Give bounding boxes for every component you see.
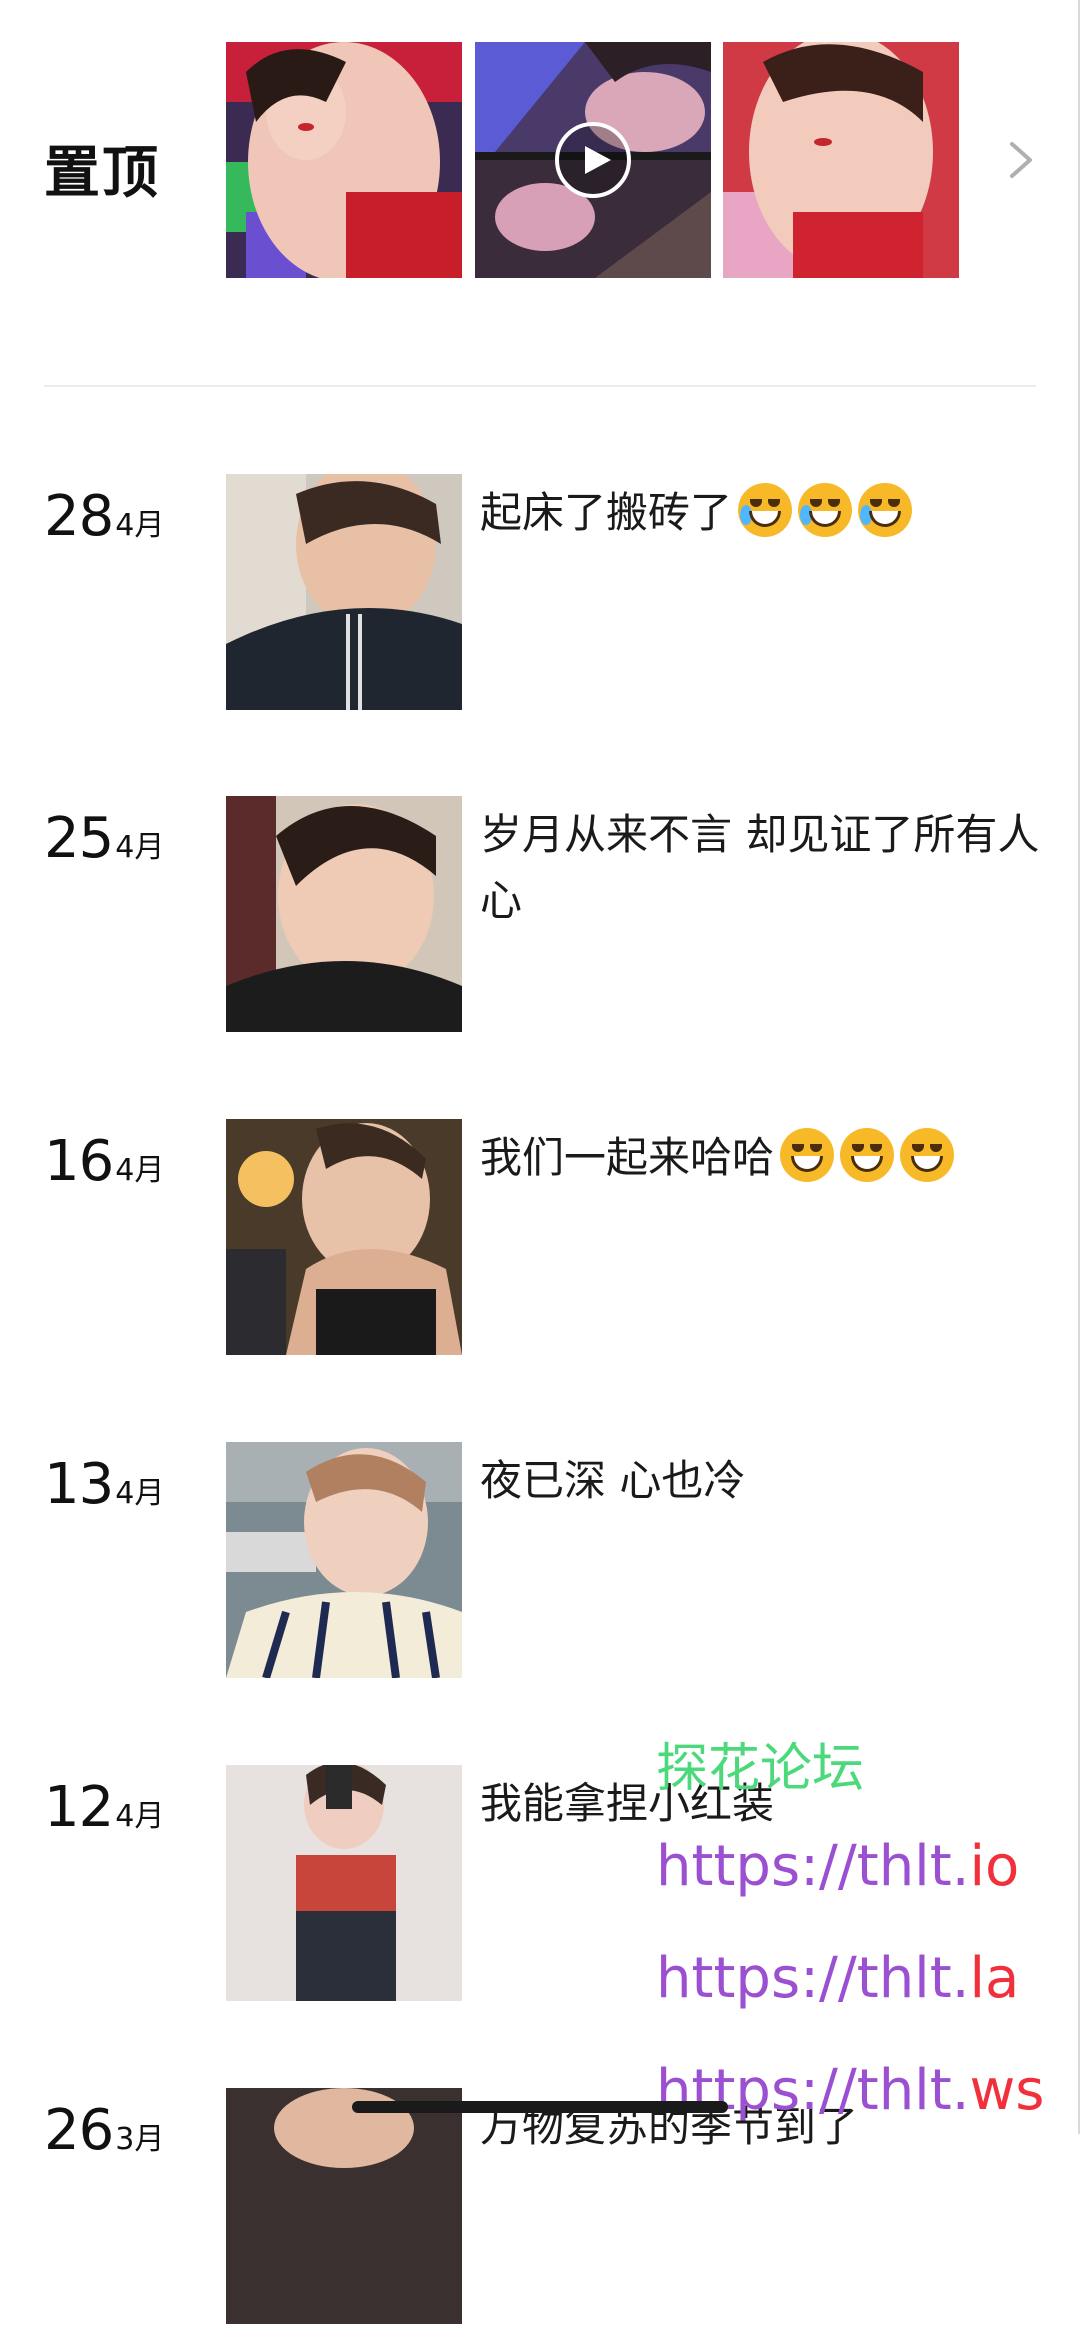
post-day: 16 — [44, 1129, 114, 1194]
post-item[interactable]: 284月 起床了搬砖了 — [0, 474, 1080, 714]
post-caption: 岁月从来不言 却见证了所有人心 — [480, 810, 1040, 925]
pinned-section[interactable]: 置顶 — [0, 0, 1080, 300]
post-month: 4月 — [115, 508, 165, 543]
post-month: 4月 — [115, 1476, 165, 1511]
pinned-photo-3[interactable] — [723, 42, 959, 278]
post-date: 164月 — [44, 1129, 164, 1194]
post-date: 134月 — [44, 1452, 164, 1517]
post-day: 25 — [44, 806, 114, 871]
post-date: 124月 — [44, 1775, 164, 1840]
post-thumbnail[interactable] — [226, 2088, 462, 2324]
pinned-photo-1[interactable] — [226, 42, 462, 278]
laughing-crying-emoji-icon — [798, 483, 853, 537]
post-date: 284月 — [44, 484, 164, 549]
post-day: 26 — [44, 2098, 114, 2163]
grinning-emoji-icon — [900, 1128, 955, 1182]
post-item[interactable]: 164月 我们一起来哈哈 — [0, 1119, 1080, 1359]
post-month: 4月 — [115, 830, 165, 865]
post-caption-text: 起床了搬砖了 — [480, 488, 733, 537]
pinned-label: 置顶 — [44, 141, 160, 206]
post-day: 13 — [44, 1452, 114, 1517]
post-caption-text: 我们一起来哈哈 — [480, 1133, 775, 1182]
play-icon[interactable] — [553, 120, 633, 200]
watermark-link-3: https://thlt.ws — [656, 2058, 1045, 2123]
post-thumbnail[interactable] — [226, 796, 462, 1032]
post-day: 28 — [44, 484, 114, 549]
post-month: 4月 — [115, 1153, 165, 1188]
post-month: 3月 — [115, 2122, 165, 2157]
post-thumbnail[interactable] — [226, 1765, 462, 2001]
watermark-link-1: https://thlt.io — [656, 1834, 1020, 1899]
post-caption: 起床了搬砖了 — [480, 480, 1040, 546]
post-month: 4月 — [115, 1799, 165, 1834]
chevron-right-icon[interactable] — [1004, 140, 1038, 180]
post-caption: 夜已深 心也冷 — [480, 1456, 746, 1505]
grinning-emoji-icon — [840, 1128, 895, 1182]
post-thumbnail[interactable] — [226, 1119, 462, 1355]
laughing-crying-emoji-icon — [738, 483, 793, 537]
post-item[interactable]: 134月 夜已深 心也冷 — [0, 1442, 1080, 1682]
watermark-link-2: https://thlt.la — [656, 1946, 1020, 2011]
post-day: 12 — [44, 1775, 114, 1840]
post-caption: 我们一起来哈哈 — [480, 1125, 1040, 1191]
post-item[interactable]: 254月 岁月从来不言 却见证了所有人心 — [0, 796, 1080, 1036]
grinning-emoji-icon — [780, 1128, 835, 1182]
post-item[interactable]: 263月 万物复苏的季节到了 — [0, 2088, 1080, 2328]
post-date: 263月 — [44, 2098, 164, 2163]
home-indicator[interactable] — [352, 2101, 728, 2113]
post-thumbnail[interactable] — [226, 1442, 462, 1678]
section-divider — [44, 385, 1036, 387]
post-date: 254月 — [44, 806, 164, 871]
post-thumbnail[interactable] — [226, 474, 462, 710]
laughing-crying-emoji-icon — [858, 483, 913, 537]
watermark-forum-name: 探花论坛 — [656, 1739, 865, 1799]
pinned-video[interactable] — [475, 42, 711, 278]
